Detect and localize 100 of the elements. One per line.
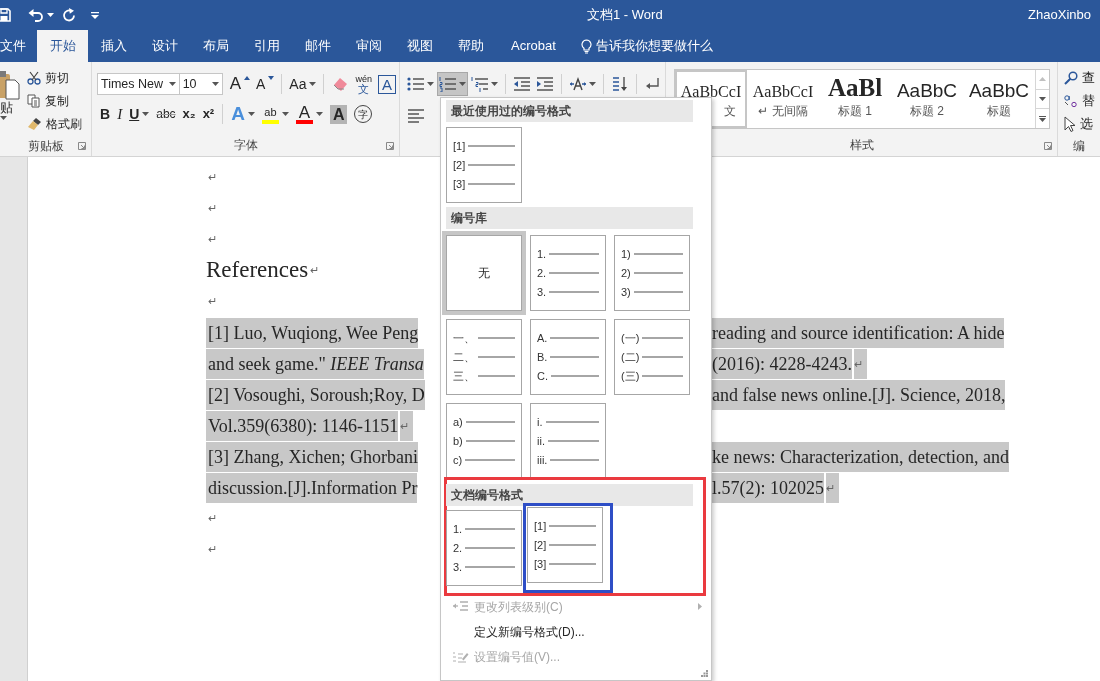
undo-icon	[28, 8, 44, 22]
paragraph-mark: ↵	[208, 170, 217, 186]
reference-text: [2] Vosoughi, Soroush;Roy, D	[206, 379, 425, 410]
paragraph-mark: ↵	[208, 542, 217, 558]
numbering-format-tile[interactable]: a) b) c)	[446, 403, 522, 479]
paragraph-mark: ↵	[208, 201, 217, 217]
heading-text: References	[206, 256, 309, 285]
eraser-icon	[331, 76, 350, 92]
ribbon-tab[interactable]: 邮件	[292, 30, 343, 62]
ribbon-tab[interactable]: 设计	[139, 30, 190, 62]
reference-text: and false news online.[J]. Science, 2018,	[710, 379, 1006, 410]
numbering-format-tile[interactable]: [1] [2] [3]	[446, 127, 522, 203]
cut-button[interactable]: 剪切	[27, 66, 82, 89]
group-label: 剪贴板	[27, 137, 64, 155]
numbering-format-tile[interactable]: A. B. C.	[530, 319, 606, 395]
save-icon	[0, 8, 11, 22]
reference-text: Vol.359(6380): 1146-1151	[206, 410, 399, 441]
style-item[interactable]: AaBbC 标题 2	[891, 70, 963, 128]
redo-icon	[62, 8, 76, 22]
scroll-down-button[interactable]	[1036, 88, 1049, 110]
ribbon-tab[interactable]: 视图	[394, 30, 445, 62]
ribbon-tab[interactable]: 审阅	[343, 30, 394, 62]
more-icon	[1039, 115, 1046, 122]
font-color-button[interactable]: A	[292, 103, 326, 125]
ribbon-tab[interactable]: 帮助	[445, 30, 496, 62]
caret-icon	[91, 11, 99, 19]
style-item[interactable]: AaBl 标题 1	[819, 70, 891, 128]
reference-text: l.57(2): 102025	[710, 472, 824, 503]
format-painter-button[interactable]: 格式刷	[27, 112, 82, 135]
bold-button[interactable]: B	[97, 103, 114, 125]
reference-text: ke news: Characterization, detection, and	[710, 441, 1009, 472]
ribbon-tab[interactable]: 插入	[88, 30, 139, 62]
superscript-button[interactable]: x²	[199, 103, 218, 125]
ribbon-tab[interactable]: 文件	[0, 30, 37, 62]
highlight-button[interactable]: ab	[258, 103, 292, 125]
grow-font-button[interactable]: A	[226, 73, 253, 95]
caret-icon	[47, 13, 54, 17]
scissors-icon	[27, 70, 41, 85]
group-label: 样式	[849, 137, 874, 154]
menu-item[interactable]: 定义新编号格式(D)...	[446, 619, 706, 644]
numbering-format-tile[interactable]: (一) (二) (三)	[614, 319, 690, 395]
sort-icon	[611, 76, 629, 92]
ribbon-tab[interactable]: 布局	[190, 30, 241, 62]
numbering-format-tile[interactable]: [1] [2] [3]	[527, 507, 603, 583]
numbering-format-tile[interactable]: i. ii. iii.	[530, 403, 606, 479]
shrink-font-button[interactable]: A	[253, 73, 278, 95]
numbering-button[interactable]	[437, 72, 468, 96]
replace-button[interactable]: 替	[1064, 89, 1100, 112]
outdent-icon	[513, 76, 531, 92]
paragraph-mark: ↵	[826, 472, 839, 503]
caret-icon	[0, 116, 7, 120]
arrow-up-icon	[244, 76, 250, 80]
arrow-down-icon	[268, 76, 275, 80]
list-level-icon	[451, 600, 469, 613]
search-icon	[1064, 70, 1078, 85]
select-button[interactable]: 选	[1064, 112, 1100, 135]
resize-grip-icon	[701, 670, 708, 677]
subscript-button[interactable]: x₂	[179, 103, 199, 125]
ribbon-tab[interactable]: Acrobat	[496, 30, 571, 62]
ribbon-tab[interactable]: 引用	[241, 30, 292, 62]
numbered-list-icon	[439, 76, 457, 92]
section-header: 编号库	[446, 207, 693, 229]
tell-me-button[interactable]: 告诉我你想要做什么	[581, 30, 713, 62]
phonetic-guide-button[interactable]: wén 文	[352, 73, 375, 95]
caret-up-icon	[1039, 77, 1046, 82]
reference-text: [1] Luo, Wuqiong, Wee Peng	[206, 317, 419, 348]
numbering-format-tile[interactable]: 1. 2. 3.	[530, 235, 606, 311]
copy-button[interactable]: 复制	[27, 89, 82, 112]
paragraph-mark: ↵	[208, 294, 217, 310]
replace-icon	[1064, 93, 1078, 108]
underline-button[interactable]: U	[126, 103, 153, 125]
group-label: 字体	[233, 137, 258, 154]
ribbon-tab[interactable]: 开始	[37, 30, 88, 62]
find-button[interactable]: 查	[1064, 66, 1100, 89]
caret-icon	[168, 82, 176, 86]
numbering-format-tile[interactable]: 一、 二、 三、	[446, 319, 522, 395]
lightbulb-icon	[581, 38, 592, 54]
character-border-button[interactable]: A	[375, 73, 399, 95]
numbering-format-tile[interactable]: 1. 2. 3.	[446, 510, 522, 586]
user-name: ZhaoXinbo	[1028, 6, 1091, 25]
paintbrush-icon	[27, 116, 42, 131]
section-header: 最近使用过的编号格式	[446, 100, 693, 122]
font-name-field[interactable]: Times New	[97, 73, 180, 95]
dialog-launcher-icon	[1044, 142, 1052, 150]
return-arrow-icon	[644, 76, 662, 92]
style-item[interactable]: AaBbCcI ↵ 无间隔	[747, 70, 819, 128]
reference-text: discussion.[J].Information Pr	[206, 472, 418, 503]
paragraph-mark: ↵	[208, 232, 217, 248]
bullet-list-icon	[407, 76, 425, 92]
font-size-field[interactable]: 10	[179, 73, 224, 95]
change-case-button[interactable]: Aa	[286, 73, 320, 95]
caret-icon	[1039, 97, 1046, 101]
italic-button[interactable]: I	[114, 103, 126, 125]
paste-button[interactable]: 贴	[0, 66, 24, 135]
crossed-arrows-icon	[569, 76, 587, 92]
group-label: 编	[1073, 137, 1085, 155]
style-item[interactable]: AaBbC 标题	[963, 70, 1035, 128]
numbering-format-tile[interactable]: 1) 2) 3)	[614, 235, 690, 311]
caret-icon	[212, 82, 220, 86]
multilevel-list-icon	[471, 76, 489, 92]
